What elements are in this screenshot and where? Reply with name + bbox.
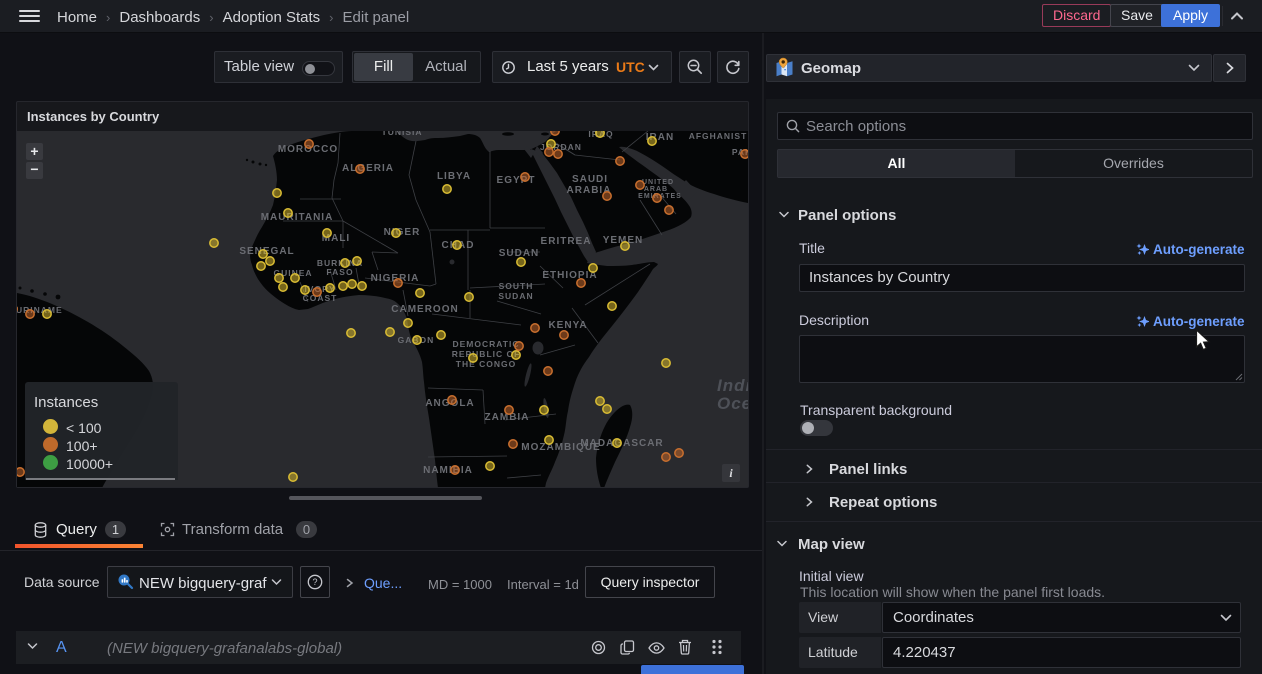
- svg-text:?: ?: [312, 577, 317, 587]
- svg-text:ARAB: ARAB: [644, 186, 668, 193]
- svg-text:Indian: Indian: [717, 376, 748, 395]
- svg-text:REPUBLIC OF: REPUBLIC OF: [452, 349, 521, 359]
- svg-text:MAURITANIA: MAURITANIA: [261, 212, 334, 223]
- svg-text:ALGERIA: ALGERIA: [342, 163, 394, 174]
- svg-text:MADAGASCAR: MADAGASCAR: [580, 438, 663, 449]
- svg-text:THE CONGO: THE CONGO: [456, 359, 516, 369]
- svg-text:NIGER: NIGER: [384, 227, 421, 238]
- svg-text:LIBYA: LIBYA: [437, 171, 471, 182]
- svg-text:SUDAN: SUDAN: [498, 291, 533, 301]
- svg-text:ETHIOPIA: ETHIOPIA: [542, 270, 597, 281]
- svg-text:KENYA: KENYA: [548, 320, 587, 331]
- svg-text:TUNISIA: TUNISIA: [382, 131, 423, 137]
- svg-text:Ocean: Ocean: [717, 394, 748, 413]
- svg-text:SURINAME: SURINAME: [17, 305, 63, 315]
- svg-text:DEMOCRATIC: DEMOCRATIC: [453, 339, 520, 349]
- svg-text:SAUDI: SAUDI: [572, 174, 608, 185]
- svg-text:CAMEROON: CAMEROON: [391, 304, 458, 315]
- svg-text:AFGHANIST: AFGHANIST: [689, 131, 748, 141]
- svg-text:NAMIBIA: NAMIBIA: [423, 465, 473, 476]
- svg-text:ERITREA: ERITREA: [541, 236, 592, 247]
- svg-text:SUDAN: SUDAN: [499, 248, 540, 259]
- svg-text:UNITED: UNITED: [642, 179, 674, 186]
- svg-text:SOUTH: SOUTH: [499, 281, 534, 291]
- svg-text:FASO: FASO: [326, 267, 353, 277]
